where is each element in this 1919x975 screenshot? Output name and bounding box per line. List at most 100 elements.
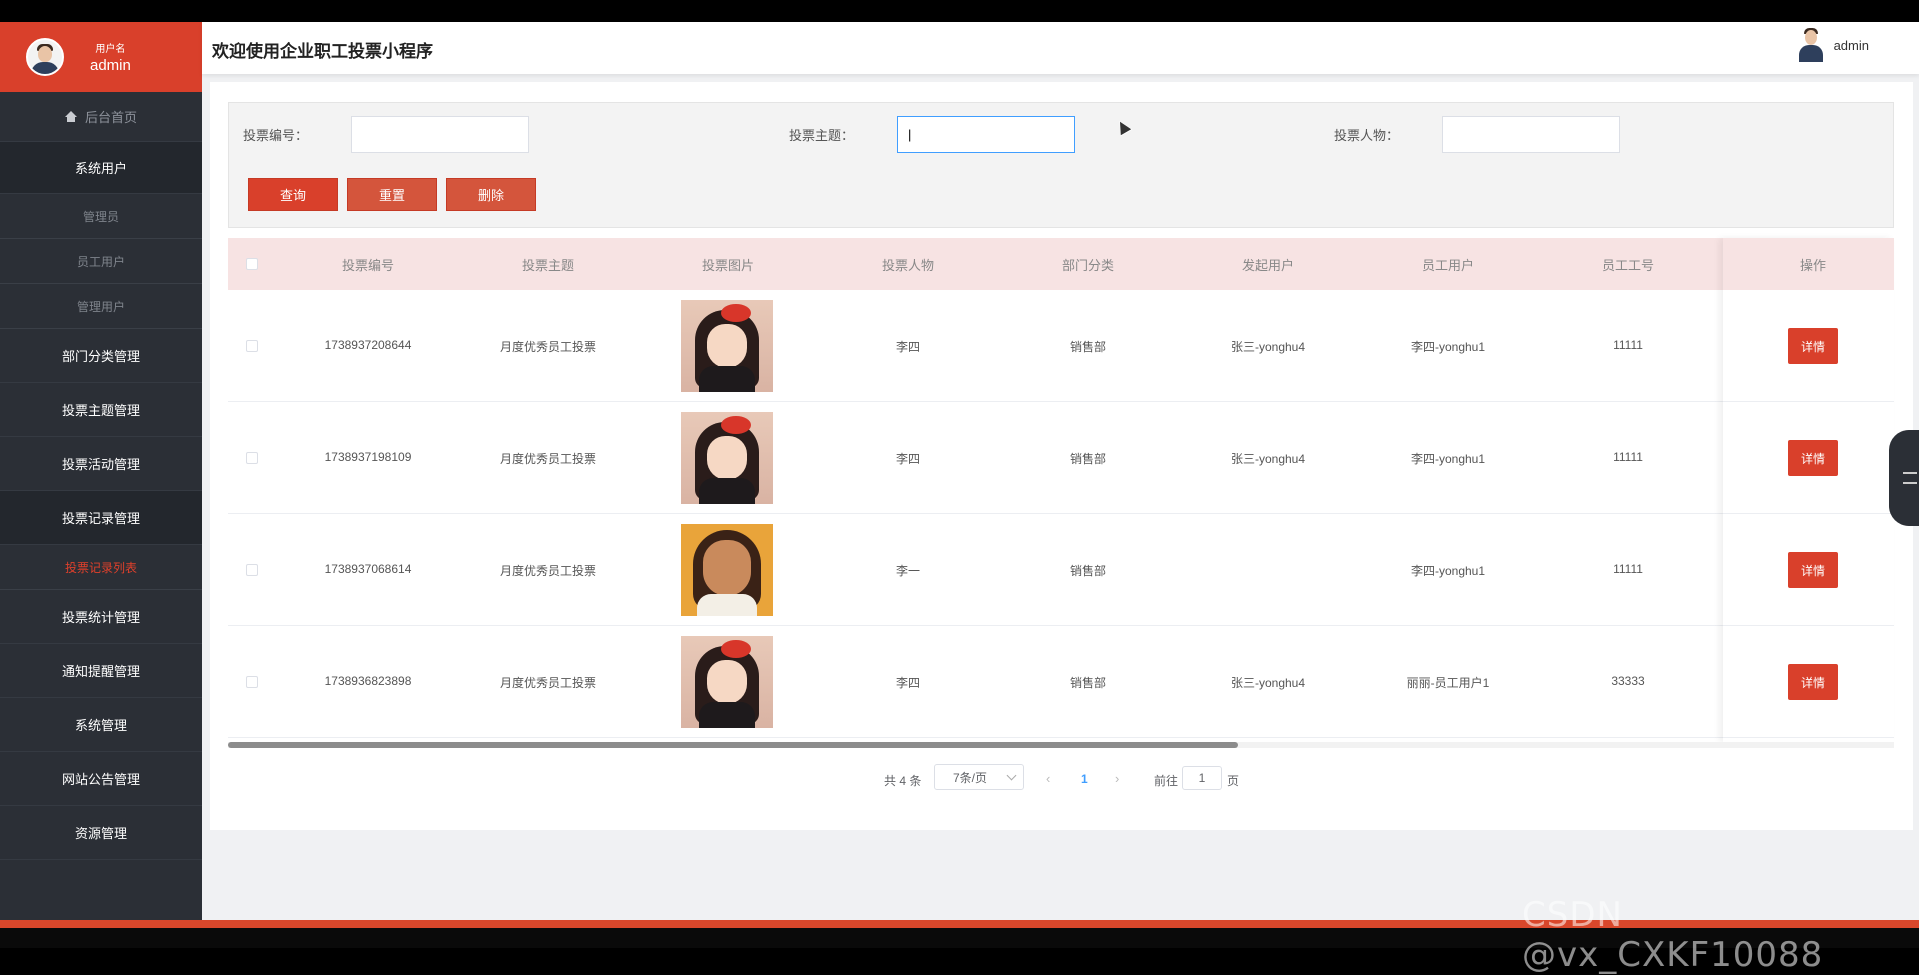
sidebar-item-records[interactable]: 投票记录管理 [0,491,202,545]
row-checkbox[interactable] [246,564,258,576]
detail-button[interactable]: 详情 [1788,440,1838,476]
main-panel: 投票编号： 投票主题： 投票人物： 查询 重置 删除 投票编号 投票主题 投票图… [210,82,1913,830]
sidebar-item-stats[interactable]: 投票统计管理 [0,590,202,644]
vote-id-label: 投票编号： [243,128,309,143]
vote-image [681,300,773,392]
goto-label: 前往 [1154,774,1179,788]
header-user[interactable]: admin [1798,28,1869,62]
column-header: 投票主题 [521,258,574,273]
employee-cell: 李四-yonghu1 [1410,340,1486,354]
sidebar-item-label: 后台首页 [84,110,137,125]
column-header: 投票人物 [881,258,934,273]
delete-button[interactable]: 删除 [446,178,536,211]
sidebar-subitem-employee-users[interactable]: 员工用户 [0,239,202,284]
watermark: CSDN @vx_CXKF10088 [1522,895,1824,975]
vote-image [681,412,773,504]
sidebar-item-resource[interactable]: 资源管理 [0,806,202,860]
vote-topic-cell: 月度优秀员工投票 [499,564,596,578]
column-header: 操作 [1799,258,1826,273]
sidebar-item-activity[interactable]: 投票活动管理 [0,437,202,491]
top-header: 欢迎使用企业职工投票小程序 admin [202,22,1919,74]
sidebar: 用户名 admin 后台首页 系统用户 管理员 员工用户 管理用户 部门分类管理… [0,22,202,928]
vote-id-cell: 1738937198109 [324,450,412,464]
vote-topic-cell: 月度优秀员工投票 [499,452,596,466]
avatar [26,38,64,76]
column-header: 投票编号 [341,258,394,273]
sidebar-subitem-record-list[interactable]: 投票记录列表 [0,545,202,590]
employee-cell: 李四-yonghu1 [1410,452,1486,466]
column-header: 员工用户 [1421,258,1474,273]
sidebar-user: 用户名 admin [0,22,202,92]
vote-topic-label: 投票主题： [789,128,855,143]
next-page-button[interactable]: › [1115,771,1119,786]
vote-person-cell: 李四 [895,340,920,354]
page-size-select[interactable]: 7条/页 [934,764,1024,790]
vote-topic-input[interactable] [897,116,1075,153]
sidebar-subitem-admin[interactable]: 管理员 [0,194,202,239]
sidebar-item-topic[interactable]: 投票主题管理 [0,383,202,437]
pagination: 共 4 条 7条/页 ‹ 1 › 前往 页 [210,764,1913,794]
vote-id-cell: 1738937068614 [324,562,412,576]
table-row: 1738937198109 月度优秀员工投票 李四 销售部 张三-yonghu4… [228,402,1894,514]
header-username: admin [1833,37,1869,53]
dept-cell: 销售部 [1069,676,1106,690]
dept-cell: 销售部 [1069,452,1106,466]
sidebar-item-notify[interactable]: 通知提醒管理 [0,644,202,698]
goto-unit: 页 [1227,774,1240,788]
sidebar-item-home[interactable]: 后台首页 [0,92,202,142]
table-row: 1738937068614 月度优秀员工投票 李一 销售部 李四-yonghu1… [228,514,1894,626]
detail-button[interactable]: 详情 [1788,664,1838,700]
table-header: 投票编号 投票主题 投票图片 投票人物 部门分类 发起用户 员工用户 员工工号 … [228,238,1894,290]
page-number[interactable]: 1 [1081,772,1088,786]
sidebar-user-info: 用户名 admin [90,40,131,74]
select-all-checkbox[interactable] [246,258,258,270]
chevron-down-icon [1006,770,1017,781]
page-size-value: 7条/页 [953,770,988,785]
vote-topic-cell: 月度优秀员工投票 [499,340,596,354]
vote-id-input[interactable] [351,116,529,153]
vote-id-cell: 1738937208644 [324,338,412,352]
emp-no-cell: 33333 [1611,674,1645,688]
employee-cell: 李四-yonghu1 [1410,564,1486,578]
vote-image [681,636,773,728]
avatar [1798,28,1824,62]
sidebar-item-dept[interactable]: 部门分类管理 [0,329,202,383]
sidebar-item-system-users[interactable]: 系统用户 [0,142,202,194]
row-checkbox[interactable] [246,340,258,352]
vote-person-cell: 李四 [895,676,920,690]
sidebar-item-notice[interactable]: 网站公告管理 [0,752,202,806]
vote-image [681,524,773,616]
table-row: 1738937208644 月度优秀员工投票 李四 销售部 张三-yonghu4… [228,290,1894,402]
sidebar-subitem-manager-users[interactable]: 管理用户 [0,284,202,329]
side-drawer-toggle[interactable] [1889,430,1919,526]
emp-no-cell: 11111 [1613,338,1643,352]
dept-cell: 销售部 [1069,564,1106,578]
app-window: 用户名 admin 后台首页 系统用户 管理员 员工用户 管理用户 部门分类管理… [0,22,1919,928]
menu-icon [1903,472,1917,484]
emp-no-cell: 11111 [1613,562,1643,576]
emp-no-cell: 11111 [1613,450,1643,464]
detail-button[interactable]: 详情 [1788,328,1838,364]
user-label: 用户名 [95,44,126,55]
table-row: 1738936823898 月度优秀员工投票 李四 销售部 张三-yonghu4… [228,626,1894,738]
vote-person-label: 投票人物： [1334,128,1400,143]
reset-button[interactable]: 重置 [347,178,437,211]
row-checkbox[interactable] [246,452,258,464]
employee-cell: 丽丽-员工用户1 [1406,676,1490,690]
vote-person-input[interactable] [1442,116,1620,153]
search-form: 投票编号： 投票主题： 投票人物： 查询 重置 删除 [228,102,1894,228]
vote-topic-cell: 月度优秀员工投票 [499,676,596,690]
page-title: 欢迎使用企业职工投票小程序 [212,42,433,61]
detail-button[interactable]: 详情 [1788,552,1838,588]
home-icon [64,111,77,122]
column-header: 发起用户 [1241,258,1294,273]
sidebar-item-system[interactable]: 系统管理 [0,698,202,752]
scrollbar-thumb[interactable] [228,742,1238,748]
horizontal-scrollbar[interactable] [228,742,1894,748]
prev-page-button[interactable]: ‹ [1046,771,1050,786]
initiator-cell: 张三-yonghu4 [1230,340,1306,354]
goto-page-input[interactable] [1182,766,1222,790]
column-header: 员工工号 [1601,258,1654,273]
query-button[interactable]: 查询 [248,178,338,211]
row-checkbox[interactable] [246,676,258,688]
